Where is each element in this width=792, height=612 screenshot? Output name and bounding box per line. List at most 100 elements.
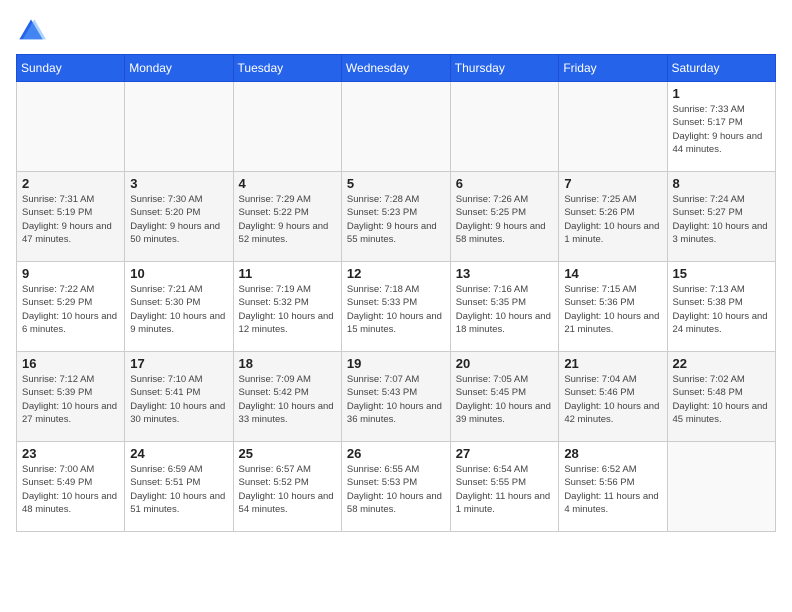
day-info: Sunrise: 7:10 AMSunset: 5:41 PMDaylight:… (130, 373, 227, 426)
day-info: Sunrise: 7:30 AMSunset: 5:20 PMDaylight:… (130, 193, 227, 246)
day-info: Sunrise: 7:18 AMSunset: 5:33 PMDaylight:… (347, 283, 445, 336)
calendar-cell (341, 82, 450, 172)
calendar-cell: 25 Sunrise: 6:57 AMSunset: 5:52 PMDayligh… (233, 442, 341, 532)
calendar-cell: 13 Sunrise: 7:16 AMSunset: 5:35 PMDayligh… (450, 262, 559, 352)
day-info: Sunrise: 7:09 AMSunset: 5:42 PMDaylight:… (239, 373, 336, 426)
day-number: 5 (347, 176, 445, 191)
header-monday: Monday (125, 55, 233, 82)
header-saturday: Saturday (667, 55, 776, 82)
calendar-cell: 8 Sunrise: 7:24 AMSunset: 5:27 PMDaylight… (667, 172, 776, 262)
day-info: Sunrise: 7:24 AMSunset: 5:27 PMDaylight:… (673, 193, 771, 246)
calendar-cell: 21 Sunrise: 7:04 AMSunset: 5:46 PMDayligh… (559, 352, 667, 442)
day-info: Sunrise: 7:22 AMSunset: 5:29 PMDaylight:… (22, 283, 119, 336)
header-wednesday: Wednesday (341, 55, 450, 82)
day-info: Sunrise: 6:59 AMSunset: 5:51 PMDaylight:… (130, 463, 227, 516)
day-info: Sunrise: 7:04 AMSunset: 5:46 PMDaylight:… (564, 373, 661, 426)
week-row-4: 23 Sunrise: 7:00 AMSunset: 5:49 PMDayligh… (17, 442, 776, 532)
calendar-cell: 19Sunrise: 7:07 AMSunset: 5:43 PMDayligh… (341, 352, 450, 442)
header-tuesday: Tuesday (233, 55, 341, 82)
day-info: Sunrise: 6:55 AMSunset: 5:53 PMDaylight:… (347, 463, 445, 516)
calendar-cell: 18 Sunrise: 7:09 AMSunset: 5:42 PMDayligh… (233, 352, 341, 442)
day-number: 9 (22, 266, 119, 281)
day-number: 15 (673, 266, 771, 281)
calendar-cell (17, 82, 125, 172)
calendar-cell: 22 Sunrise: 7:02 AMSunset: 5:48 PMDayligh… (667, 352, 776, 442)
calendar-cell: 2 Sunrise: 7:31 AMSunset: 5:19 PMDaylight… (17, 172, 125, 262)
calendar-cell: 27 Sunrise: 6:54 AMSunset: 5:55 PMDayligh… (450, 442, 559, 532)
day-info: Sunrise: 7:25 AMSunset: 5:26 PMDaylight:… (564, 193, 661, 246)
day-info: Sunrise: 7:05 AMSunset: 5:45 PMDaylight:… (456, 373, 554, 426)
calendar-cell: 6 Sunrise: 7:26 AMSunset: 5:25 PMDaylight… (450, 172, 559, 262)
day-number: 2 (22, 176, 119, 191)
day-info: Sunrise: 7:31 AMSunset: 5:19 PMDaylight:… (22, 193, 119, 246)
week-row-1: 2 Sunrise: 7:31 AMSunset: 5:19 PMDaylight… (17, 172, 776, 262)
day-info: Sunrise: 7:12 AMSunset: 5:39 PMDaylight:… (22, 373, 119, 426)
calendar-cell: 17 Sunrise: 7:10 AMSunset: 5:41 PMDayligh… (125, 352, 233, 442)
calendar-cell: 28Sunrise: 6:52 AMSunset: 5:56 PMDayligh… (559, 442, 667, 532)
day-number: 27 (456, 446, 554, 461)
day-number: 13 (456, 266, 554, 281)
day-number: 18 (239, 356, 336, 371)
day-info: Sunrise: 7:07 AMSunset: 5:43 PMDaylight:… (347, 373, 445, 426)
day-number: 17 (130, 356, 227, 371)
day-number: 11 (239, 266, 336, 281)
day-number: 22 (673, 356, 771, 371)
day-number: 24 (130, 446, 227, 461)
day-number: 20 (456, 356, 554, 371)
day-info: Sunrise: 7:29 AMSunset: 5:22 PMDaylight:… (239, 193, 336, 246)
calendar-cell: 11 Sunrise: 7:19 AMSunset: 5:32 PMDayligh… (233, 262, 341, 352)
day-number: 16 (22, 356, 119, 371)
day-info: Sunrise: 7:28 AMSunset: 5:23 PMDaylight:… (347, 193, 445, 246)
calendar-table: SundayMondayTuesdayWednesdayThursdayFrid… (16, 54, 776, 532)
calendar-cell (667, 442, 776, 532)
calendar-cell: 7 Sunrise: 7:25 AMSunset: 5:26 PMDaylight… (559, 172, 667, 262)
day-info: Sunrise: 7:33 AMSunset: 5:17 PMDaylight:… (673, 103, 771, 156)
calendar-cell: 12Sunrise: 7:18 AMSunset: 5:33 PMDayligh… (341, 262, 450, 352)
calendar-cell: 3 Sunrise: 7:30 AMSunset: 5:20 PMDaylight… (125, 172, 233, 262)
day-number: 1 (673, 86, 771, 101)
day-info: Sunrise: 7:02 AMSunset: 5:48 PMDaylight:… (673, 373, 771, 426)
day-info: Sunrise: 7:16 AMSunset: 5:35 PMDaylight:… (456, 283, 554, 336)
day-number: 7 (564, 176, 661, 191)
header-thursday: Thursday (450, 55, 559, 82)
header-row: SundayMondayTuesdayWednesdayThursdayFrid… (17, 55, 776, 82)
calendar-cell: 26 Sunrise: 6:55 AMSunset: 5:53 PMDayligh… (341, 442, 450, 532)
calendar-cell: 10 Sunrise: 7:21 AMSunset: 5:30 PMDayligh… (125, 262, 233, 352)
calendar-cell: 20 Sunrise: 7:05 AMSunset: 5:45 PMDayligh… (450, 352, 559, 442)
logo-icon (16, 16, 46, 46)
day-number: 4 (239, 176, 336, 191)
week-row-0: 1 Sunrise: 7:33 AMSunset: 5:17 PMDaylight… (17, 82, 776, 172)
day-info: Sunrise: 7:19 AMSunset: 5:32 PMDaylight:… (239, 283, 336, 336)
day-number: 6 (456, 176, 554, 191)
calendar-cell: 5 Sunrise: 7:28 AMSunset: 5:23 PMDaylight… (341, 172, 450, 262)
day-info: Sunrise: 7:00 AMSunset: 5:49 PMDaylight:… (22, 463, 119, 516)
calendar-cell: 15 Sunrise: 7:13 AMSunset: 5:38 PMDayligh… (667, 262, 776, 352)
day-number: 26 (347, 446, 445, 461)
day-info: Sunrise: 6:54 AMSunset: 5:55 PMDaylight:… (456, 463, 554, 516)
day-number: 14 (564, 266, 661, 281)
day-info: Sunrise: 7:26 AMSunset: 5:25 PMDaylight:… (456, 193, 554, 246)
page-header (16, 16, 776, 46)
calendar-cell: 23 Sunrise: 7:00 AMSunset: 5:49 PMDayligh… (17, 442, 125, 532)
day-number: 10 (130, 266, 227, 281)
calendar-cell: 4 Sunrise: 7:29 AMSunset: 5:22 PMDaylight… (233, 172, 341, 262)
day-number: 8 (673, 176, 771, 191)
calendar-cell: 9 Sunrise: 7:22 AMSunset: 5:29 PMDaylight… (17, 262, 125, 352)
calendar-cell: 24 Sunrise: 6:59 AMSunset: 5:51 PMDayligh… (125, 442, 233, 532)
calendar-cell (450, 82, 559, 172)
day-number: 3 (130, 176, 227, 191)
calendar-cell (233, 82, 341, 172)
day-number: 28 (564, 446, 661, 461)
day-number: 23 (22, 446, 119, 461)
day-info: Sunrise: 7:21 AMSunset: 5:30 PMDaylight:… (130, 283, 227, 336)
day-number: 21 (564, 356, 661, 371)
calendar-cell: 16 Sunrise: 7:12 AMSunset: 5:39 PMDayligh… (17, 352, 125, 442)
day-info: Sunrise: 7:13 AMSunset: 5:38 PMDaylight:… (673, 283, 771, 336)
header-sunday: Sunday (17, 55, 125, 82)
week-row-3: 16 Sunrise: 7:12 AMSunset: 5:39 PMDayligh… (17, 352, 776, 442)
logo (16, 16, 50, 46)
day-number: 25 (239, 446, 336, 461)
day-info: Sunrise: 6:57 AMSunset: 5:52 PMDaylight:… (239, 463, 336, 516)
calendar-cell: 14Sunrise: 7:15 AMSunset: 5:36 PMDayligh… (559, 262, 667, 352)
calendar-cell (125, 82, 233, 172)
